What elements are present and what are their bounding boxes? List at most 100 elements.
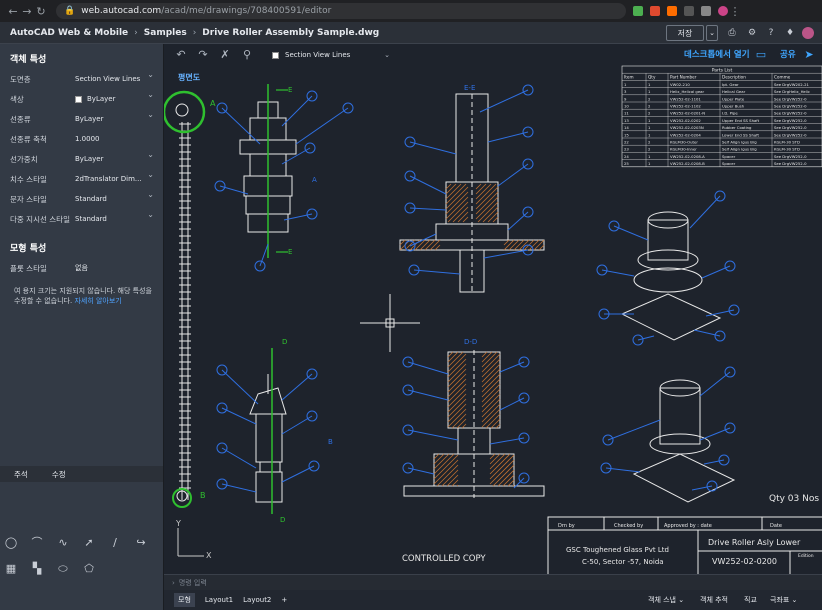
leader-line [497, 163, 529, 187]
dimstyle-dropdown[interactable]: 2dTranslator Dim... [72, 170, 156, 186]
color-dropdown[interactable]: ByLayer [72, 90, 156, 106]
prop-label: 문자 스타일 [10, 194, 47, 204]
company-address: C-50, Sector -57, Noida [582, 558, 664, 566]
hatch-line [461, 423, 467, 429]
table-cell: Spacer [722, 161, 736, 166]
extension-icon[interactable] [684, 6, 694, 16]
table-cell: KGLM-30 STD [774, 140, 800, 145]
ortho-toggle[interactable]: 직교 [744, 595, 757, 605]
hook-tool-icon[interactable]: ↪ [134, 536, 148, 550]
table-cell: KGLM30-Outer [670, 140, 698, 145]
mleaderstyle-dropdown[interactable]: Standard [72, 210, 156, 226]
bell-icon[interactable]: ♦ [784, 27, 796, 39]
table-cell: Lower End SS Shaft [722, 132, 759, 137]
tab-modify[interactable]: 수정 [52, 469, 66, 480]
polar-toggle[interactable]: 극좌표 ⌄ [770, 595, 797, 605]
hatch-line [502, 474, 515, 487]
menu-icon[interactable]: ⋮ [728, 5, 742, 18]
arc-tool-icon[interactable]: ⌒ [30, 536, 44, 550]
table-cell: VW252-02-0203N [670, 125, 704, 130]
breadcrumb-file: Drive Roller Assembly Sample.dwg [202, 27, 380, 38]
table-cell: 13 [624, 118, 629, 123]
color-swatch [75, 95, 82, 103]
label-d-top: D [282, 338, 287, 346]
extension-icon[interactable] [633, 6, 643, 16]
tab-layout1[interactable]: Layout1 [205, 596, 233, 604]
prop-row-color: 색상 ByLayer [0, 89, 163, 109]
table-cell: See DrgVW252-0 [774, 118, 807, 123]
iso-upper-view [620, 211, 722, 341]
hatch-line [433, 453, 445, 465]
profile-avatar[interactable] [718, 6, 728, 16]
breadcrumb-app[interactable]: AutoCAD Web & Mobile [10, 28, 128, 38]
hatch-line [481, 358, 501, 378]
hatch-tool-icon[interactable]: ▚ [30, 562, 44, 576]
chevron-right-icon: › [172, 578, 175, 587]
hatch-line [456, 418, 467, 429]
table-cell: VW252-02-0202 [670, 118, 701, 123]
reload-icon[interactable]: ↻ [34, 5, 48, 18]
polygon-tool-icon[interactable]: ⬠ [82, 562, 96, 576]
controlled-copy-text: CONTROLLED COPY [402, 554, 486, 564]
linetype-dropdown[interactable]: ByLayer [72, 110, 156, 126]
save-dropdown-button[interactable]: ⌄ [706, 25, 718, 41]
table-cell: See DrgVW252-0 [774, 125, 807, 130]
ellipse-tool-icon[interactable]: ⬭ [56, 562, 70, 576]
status-bar: 모형 Layout1 Layout2 + 객체 스냅 ⌄ 객체 추적 직교 극좌… [164, 590, 822, 610]
rectangle-grid-tool-icon[interactable]: ▦ [4, 562, 18, 576]
command-input[interactable]: 명령 입력 [179, 578, 207, 588]
model-properties-title: 모형 특성 [10, 244, 47, 254]
layer-dropdown[interactable]: Section View Lines [72, 70, 156, 86]
hatch-line [503, 239, 510, 246]
forward-icon[interactable]: → [20, 5, 34, 18]
extension-icon[interactable] [650, 6, 660, 16]
browser-toolbar: ← → ↻ 🔒 web.autocad.com /acad/me/drawing… [0, 0, 822, 22]
hatch-line [457, 211, 469, 223]
tool-tabs: 주석 수정 [0, 466, 163, 482]
hatch-line [490, 418, 501, 429]
object-tracking-toggle[interactable]: 객체 추적 [700, 595, 728, 605]
table-cell: VW252-02-1102 [670, 104, 701, 109]
ucs-icon [177, 528, 204, 557]
polyline-tool-icon[interactable]: ∕ [108, 536, 122, 550]
circle-tool-icon[interactable]: ◯ [4, 536, 18, 550]
save-button[interactable]: 저장 [666, 25, 704, 41]
back-icon[interactable]: ← [6, 5, 20, 18]
print-icon[interactable]: ⎙ [726, 27, 738, 39]
leader-line [281, 95, 313, 127]
prop-label: 치수 스타일 [10, 174, 47, 184]
textstyle-dropdown[interactable]: Standard [72, 190, 156, 206]
leader-line [699, 371, 731, 397]
tab-layout2[interactable]: Layout2 [243, 596, 271, 604]
drawing-canvas[interactable]: ↶ ↷ ✗ ⚲ Section View Lines ⌄ 데스크톱에서 열기 ▭… [164, 44, 822, 574]
breadcrumb-samples[interactable]: Samples [144, 28, 187, 38]
hatch-line [433, 459, 459, 485]
add-layout-icon[interactable]: + [281, 596, 287, 604]
lineweight-dropdown[interactable]: ByLayer [72, 150, 156, 166]
leader-line [409, 141, 457, 155]
section-dd [403, 350, 545, 498]
line-tool-icon[interactable]: ➚ [82, 536, 96, 550]
spline-tool-icon[interactable]: ∿ [56, 536, 70, 550]
prop-value: ByLayer [75, 115, 104, 123]
object-snap-toggle[interactable]: 객체 스냅 ⌄ [648, 595, 684, 605]
extension-icon[interactable] [667, 6, 677, 16]
gear-icon[interactable]: ⚙ [746, 27, 758, 39]
hatch-line [481, 378, 501, 398]
help-icon[interactable]: ? [765, 27, 777, 39]
tab-model[interactable]: 모형 [174, 593, 195, 607]
lower-assembly [249, 374, 287, 503]
command-line[interactable]: › 명령 입력 [164, 574, 822, 590]
address-bar[interactable]: 🔒 web.autocad.com /acad/me/drawings/7084… [56, 3, 626, 19]
tab-annotate[interactable]: 주석 [14, 469, 28, 480]
drawing-number: VW252-02-0200 [712, 557, 777, 566]
linetype-scale-input[interactable]: 1.0000 [72, 132, 156, 146]
hatch-line [481, 383, 501, 403]
table-cell: 14 [624, 125, 629, 130]
puzzle-icon[interactable] [701, 6, 711, 16]
table-cell: 15 [624, 132, 629, 137]
user-avatar[interactable] [802, 27, 814, 39]
prop-value: Standard [75, 215, 107, 223]
table-cell: 1 [648, 154, 651, 159]
learn-more-link[interactable]: 자세히 알아보기 [74, 297, 121, 305]
